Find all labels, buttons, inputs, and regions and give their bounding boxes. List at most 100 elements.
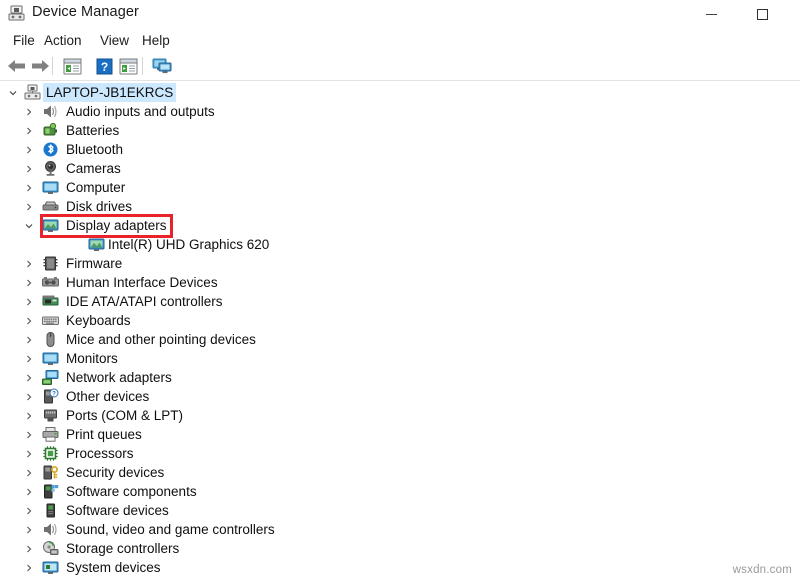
chevron-right-icon[interactable] bbox=[22, 463, 36, 482]
tree-label: System devices bbox=[66, 558, 161, 577]
battery-icon bbox=[42, 122, 59, 139]
storage-controller-icon bbox=[42, 540, 59, 557]
tree-row[interactable]: Display adapters bbox=[0, 216, 800, 235]
window-play-icon bbox=[119, 58, 138, 75]
security-device-icon bbox=[42, 464, 59, 481]
menu-action[interactable]: Action bbox=[39, 32, 87, 49]
update-driver-button[interactable] bbox=[116, 55, 140, 77]
tree-label: Print queues bbox=[66, 425, 142, 444]
chevron-right-icon[interactable] bbox=[22, 254, 36, 273]
network-adapter-icon bbox=[42, 369, 59, 386]
tree-label: Keyboards bbox=[66, 311, 131, 330]
properties-window-icon bbox=[63, 58, 82, 75]
keyboard-icon bbox=[42, 312, 59, 329]
chevron-right-icon[interactable] bbox=[22, 349, 36, 368]
tree-row[interactable]: Storage controllers bbox=[0, 539, 800, 558]
tree-label-root: LAPTOP-JB1EKRCS bbox=[43, 83, 176, 102]
chevron-right-icon[interactable] bbox=[22, 102, 36, 121]
chevron-down-icon[interactable] bbox=[22, 216, 36, 235]
chevron-right-icon[interactable] bbox=[22, 140, 36, 159]
close-button[interactable] bbox=[790, 0, 800, 29]
chevron-right-icon[interactable] bbox=[22, 387, 36, 406]
tree-row[interactable]: Batteries bbox=[0, 121, 800, 140]
tree-label: Storage controllers bbox=[66, 539, 179, 558]
tree-row[interactable]: IDE ATA/ATAPI controllers bbox=[0, 292, 800, 311]
software-device-icon bbox=[42, 502, 59, 519]
tree-row[interactable]: ? Other devices bbox=[0, 387, 800, 406]
tree-row[interactable]: Firmware bbox=[0, 254, 800, 273]
chevron-right-icon[interactable] bbox=[22, 425, 36, 444]
maximize-icon bbox=[757, 9, 768, 20]
tree-row[interactable]: Software components bbox=[0, 482, 800, 501]
tree-row[interactable]: Audio inputs and outputs bbox=[0, 102, 800, 121]
printer-icon bbox=[42, 426, 59, 443]
tree-row[interactable]: Sound, video and game controllers bbox=[0, 520, 800, 539]
tree-label: Sound, video and game controllers bbox=[66, 520, 275, 539]
software-component-icon bbox=[42, 483, 59, 500]
menu-help[interactable]: Help bbox=[137, 32, 175, 49]
chevron-right-icon[interactable] bbox=[22, 444, 36, 463]
tree-row[interactable]: Ports (COM & LPT) bbox=[0, 406, 800, 425]
tree-row[interactable]: Processors bbox=[0, 444, 800, 463]
chevron-right-icon[interactable] bbox=[22, 520, 36, 539]
device-tree[interactable]: LAPTOP-JB1EKRCS Audio inputs and outputs… bbox=[0, 81, 800, 580]
tree-row[interactable]: Keyboards bbox=[0, 311, 800, 330]
system-device-icon bbox=[42, 559, 59, 576]
chevron-right-icon[interactable] bbox=[22, 482, 36, 501]
chevron-right-icon[interactable] bbox=[22, 311, 36, 330]
tree-row[interactable]: Disk drives bbox=[0, 197, 800, 216]
tree-row[interactable]: Bluetooth bbox=[0, 140, 800, 159]
chevron-right-icon[interactable] bbox=[22, 292, 36, 311]
bluetooth-icon bbox=[42, 141, 59, 158]
tree-label: Firmware bbox=[66, 254, 122, 273]
chevron-right-icon[interactable] bbox=[22, 121, 36, 140]
tree-row[interactable]: Computer bbox=[0, 178, 800, 197]
tree-label: Monitors bbox=[66, 349, 118, 368]
tree-row[interactable]: Software devices bbox=[0, 501, 800, 520]
tree-row[interactable]: Network adapters bbox=[0, 368, 800, 387]
chevron-right-icon[interactable] bbox=[22, 501, 36, 520]
chevron-right-icon[interactable] bbox=[22, 368, 36, 387]
tree-row[interactable]: Human Interface Devices bbox=[0, 273, 800, 292]
toolbar-separator bbox=[52, 57, 53, 75]
menu-file[interactable]: File bbox=[8, 32, 40, 49]
tree-label: Software components bbox=[66, 482, 197, 501]
maximize-button[interactable] bbox=[739, 0, 785, 29]
chevron-right-icon[interactable] bbox=[22, 273, 36, 292]
tree-label: Ports (COM & LPT) bbox=[66, 406, 183, 425]
computer-node-icon bbox=[24, 84, 41, 101]
watermark: wsxdn.com bbox=[733, 564, 792, 576]
tree-row[interactable]: System devices bbox=[0, 558, 800, 577]
tree-label: Security devices bbox=[66, 463, 164, 482]
tree-label: Audio inputs and outputs bbox=[66, 102, 215, 121]
tree-row[interactable]: Intel(R) UHD Graphics 620 bbox=[0, 235, 800, 254]
tree-row[interactable]: Monitors bbox=[0, 349, 800, 368]
scan-hardware-button[interactable] bbox=[150, 55, 174, 77]
chevron-right-icon[interactable] bbox=[22, 330, 36, 349]
chevron-right-icon[interactable] bbox=[22, 197, 36, 216]
tree-row[interactable]: Print queues bbox=[0, 425, 800, 444]
minimize-button[interactable] bbox=[688, 0, 734, 29]
back-button[interactable] bbox=[4, 55, 28, 77]
chevron-right-icon[interactable] bbox=[22, 539, 36, 558]
tree-row-root[interactable]: LAPTOP-JB1EKRCS bbox=[0, 83, 800, 102]
chevron-right-icon[interactable] bbox=[22, 406, 36, 425]
tree-row[interactable]: Cameras bbox=[0, 159, 800, 178]
firmware-icon bbox=[42, 255, 59, 272]
display-adapter-icon bbox=[42, 217, 59, 234]
chevron-right-icon[interactable] bbox=[22, 558, 36, 577]
help-button[interactable]: ? bbox=[92, 55, 116, 77]
port-icon bbox=[42, 407, 59, 424]
properties-button[interactable] bbox=[60, 55, 84, 77]
tree-label: Intel(R) UHD Graphics 620 bbox=[108, 235, 269, 254]
tree-label: Bluetooth bbox=[66, 140, 123, 159]
forward-button[interactable] bbox=[28, 55, 52, 77]
chevron-right-icon[interactable] bbox=[22, 178, 36, 197]
tree-label: Display adapters bbox=[66, 216, 167, 235]
chevron-down-icon[interactable] bbox=[6, 83, 20, 102]
menu-view[interactable]: View bbox=[95, 32, 134, 49]
toolbar-separator-2 bbox=[142, 57, 143, 75]
tree-row[interactable]: Mice and other pointing devices bbox=[0, 330, 800, 349]
chevron-right-icon[interactable] bbox=[22, 159, 36, 178]
tree-row[interactable]: Security devices bbox=[0, 463, 800, 482]
